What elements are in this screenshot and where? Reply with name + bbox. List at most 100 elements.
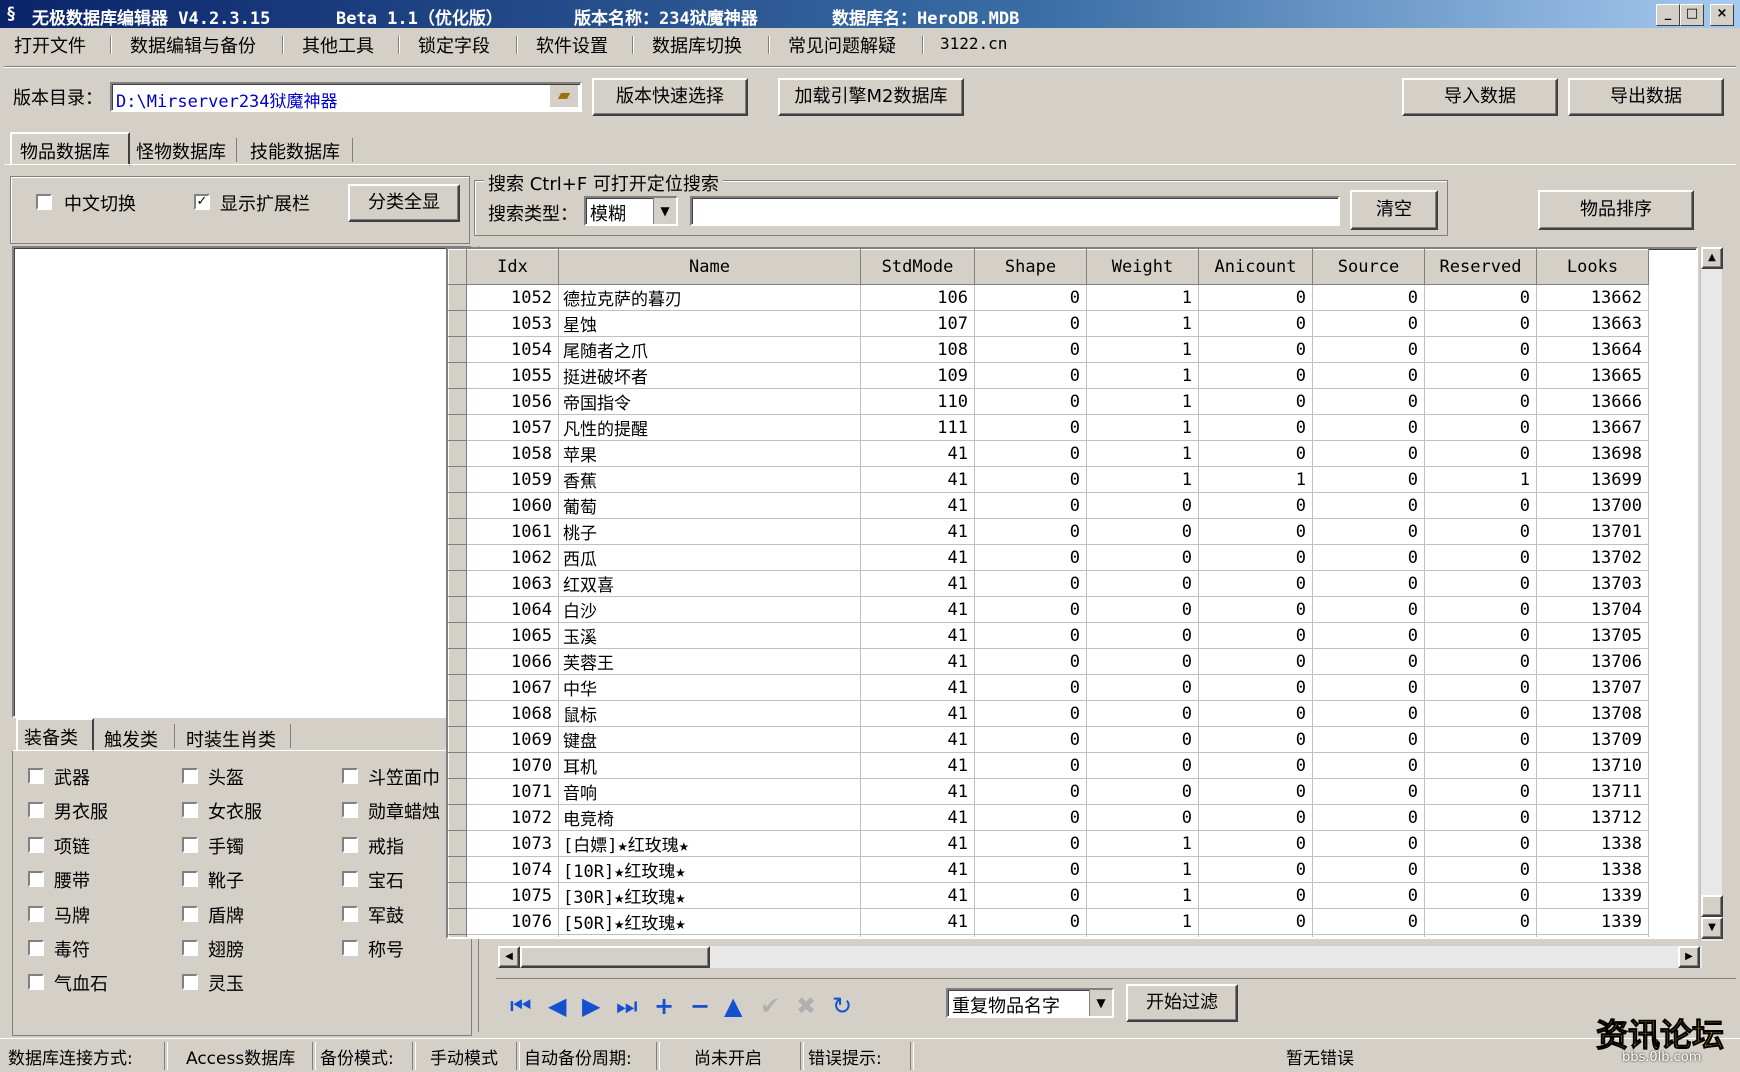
table-row[interactable]: 1073 [白嫖]★红玫瑰★ 41 0 1 0 0 0 1338 <box>448 830 1649 857</box>
table-cell[interactable]: 1 <box>1086 284 1199 311</box>
table-cell[interactable]: 0 <box>1312 518 1425 545</box>
tab-equipment[interactable]: 装备类 <box>16 718 94 752</box>
table-cell[interactable]: 13662 <box>1536 284 1649 311</box>
table-cell[interactable]: 0 <box>1198 882 1313 909</box>
table-row[interactable]: 1064 白沙 41 0 0 0 0 0 13704 <box>448 596 1649 623</box>
table-cell[interactable]: 13666 <box>1536 388 1649 415</box>
table-cell[interactable]: 0 <box>1312 648 1425 675</box>
table-cell[interactable]: 1071 <box>466 778 559 805</box>
column-header[interactable]: Idx <box>466 249 559 285</box>
chevron-down-icon[interactable]: ▼ <box>653 198 676 224</box>
table-cell[interactable]: 0 <box>1424 700 1537 727</box>
menu-other-tools[interactable]: 其他工具 <box>302 32 374 58</box>
table-cell[interactable]: 0 <box>1424 310 1537 337</box>
row-indicator[interactable] <box>448 362 467 389</box>
table-cell[interactable]: 电竞椅 <box>558 804 861 831</box>
table-cell[interactable]: 0 <box>1198 544 1313 571</box>
category-checkbox[interactable] <box>28 871 44 887</box>
table-row[interactable]: 1076 [50R]★红玫瑰★ 41 0 1 0 0 0 1339 <box>448 908 1649 935</box>
tab-fashion-zodiac[interactable]: 时装生肖类 <box>186 726 276 752</box>
table-cell[interactable]: 0 <box>1312 700 1425 727</box>
table-cell[interactable]: 1 <box>1086 856 1199 883</box>
menu-edit-backup[interactable]: 数据编辑与备份 <box>130 32 256 58</box>
table-cell[interactable]: 107 <box>860 310 975 337</box>
table-cell[interactable]: 13701 <box>1536 518 1649 545</box>
table-cell[interactable]: 0 <box>1312 440 1425 467</box>
table-row[interactable]: 1053 星蚀 107 0 1 0 0 0 13663 <box>448 310 1649 337</box>
column-header[interactable]: Source <box>1312 249 1425 285</box>
table-cell[interactable]: 0 <box>1312 570 1425 597</box>
table-cell[interactable]: 桃子 <box>558 518 861 545</box>
table-cell[interactable]: 0 <box>1198 336 1313 363</box>
category-list[interactable] <box>12 246 472 718</box>
table-cell[interactable]: 0 <box>1312 362 1425 389</box>
table-cell[interactable]: 0 <box>1312 752 1425 779</box>
clear-button[interactable]: 清空 <box>1350 190 1438 230</box>
table-cell[interactable]: 0 <box>1312 778 1425 805</box>
table-cell[interactable]: 13700 <box>1536 492 1649 519</box>
quick-select-button[interactable]: 版本快速选择 <box>592 78 748 116</box>
scroll-right-icon[interactable]: ▶ <box>1678 946 1700 968</box>
tab-skills[interactable]: 技能数据库 <box>250 138 340 164</box>
table-cell[interactable]: 0 <box>1198 518 1313 545</box>
table-cell[interactable]: 0 <box>974 622 1087 649</box>
table-cell[interactable]: 41 <box>860 752 975 779</box>
row-indicator[interactable] <box>448 570 467 597</box>
table-cell[interactable]: 葡萄 <box>558 492 861 519</box>
category-checkbox[interactable] <box>342 940 358 956</box>
table-cell[interactable]: 1064 <box>466 596 559 623</box>
row-indicator[interactable] <box>448 544 467 571</box>
table-cell[interactable]: 41 <box>860 492 975 519</box>
chinese-toggle-checkbox[interactable] <box>36 194 52 210</box>
table-cell[interactable]: 0 <box>1424 518 1537 545</box>
table-cell[interactable]: 0 <box>1424 648 1537 675</box>
table-cell[interactable]: 41 <box>860 908 975 935</box>
refresh-icon[interactable]: ↻ <box>832 992 852 1020</box>
table-cell[interactable]: 1 <box>1086 908 1199 935</box>
search-type-select[interactable]: 模糊 ▼ <box>584 196 678 226</box>
row-indicator[interactable] <box>448 492 467 519</box>
table-row[interactable]: 1054 尾随者之爪 108 0 1 0 0 0 13664 <box>448 336 1649 363</box>
data-grid[interactable]: Idx Name StdMode Shape Weight Anicount Source R… <box>446 247 1698 939</box>
table-cell[interactable]: 1066 <box>466 648 559 675</box>
row-indicator[interactable] <box>448 934 467 937</box>
category-checkbox[interactable] <box>342 837 358 853</box>
table-cell[interactable]: 13711 <box>1536 778 1649 805</box>
table-row[interactable]: 1071 音响 41 0 0 0 0 0 13711 <box>448 778 1649 805</box>
table-cell[interactable]: 0 <box>1198 414 1313 441</box>
table-cell[interactable]: 0 <box>1086 622 1199 649</box>
last-record-icon[interactable]: ⏭ <box>616 992 638 1020</box>
folder-icon[interactable]: ▰ <box>550 85 578 107</box>
category-checkbox[interactable] <box>28 802 44 818</box>
table-cell[interactable]: 1 <box>1086 830 1199 857</box>
delete-record-icon[interactable]: − <box>690 992 710 1020</box>
table-cell[interactable]: 0 <box>974 414 1087 441</box>
category-checkbox[interactable] <box>28 940 44 956</box>
row-indicator[interactable] <box>448 414 467 441</box>
table-cell[interactable]: 41 <box>860 544 975 571</box>
table-cell[interactable]: 1070 <box>466 752 559 779</box>
table-cell[interactable]: 0 <box>974 856 1087 883</box>
table-cell[interactable]: 13664 <box>1536 336 1649 363</box>
table-cell[interactable]: [10R]★红玫瑰★ <box>558 856 861 883</box>
table-cell[interactable]: 1063 <box>466 570 559 597</box>
table-cell[interactable]: 0 <box>1198 830 1313 857</box>
prior-record-icon[interactable]: ◀ <box>548 992 566 1020</box>
table-cell[interactable]: 13703 <box>1536 570 1649 597</box>
table-cell[interactable]: 尾随者之爪 <box>558 336 861 363</box>
table-cell[interactable]: 41 <box>860 778 975 805</box>
menu-open-file[interactable]: 打开文件 <box>14 32 86 58</box>
row-indicator[interactable] <box>448 778 467 805</box>
table-cell[interactable]: 0 <box>974 648 1087 675</box>
column-header[interactable]: Name <box>558 249 861 285</box>
table-cell[interactable]: 0 <box>1424 570 1537 597</box>
table-cell[interactable]: 0 <box>1312 882 1425 909</box>
table-cell[interactable]: 1 <box>1086 934 1199 937</box>
row-indicator[interactable] <box>448 284 467 311</box>
table-cell[interactable]: 0 <box>1312 310 1425 337</box>
table-cell[interactable]: 0 <box>1424 362 1537 389</box>
table-row[interactable]: 1069 键盘 41 0 0 0 0 0 13709 <box>448 726 1649 753</box>
table-cell[interactable]: 0 <box>1424 830 1537 857</box>
category-checkbox[interactable] <box>342 768 358 784</box>
table-cell[interactable]: 音响 <box>558 778 861 805</box>
